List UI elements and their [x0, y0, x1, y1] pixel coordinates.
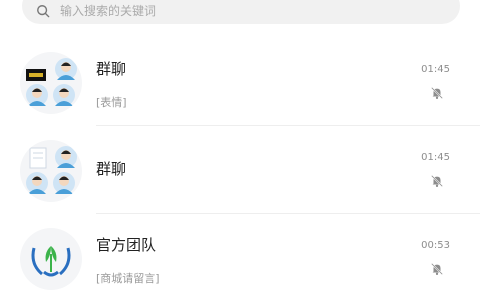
conversation-item-1[interactable]: 群聊 [表情] 01:45 — [0, 38, 480, 126]
search-input[interactable] — [58, 3, 442, 19]
group-avatar-icon — [20, 140, 82, 202]
conversation-name: 官方团队 — [96, 236, 157, 254]
mute-bell-icon — [431, 263, 443, 275]
mute-bell-icon — [431, 175, 443, 187]
conversation-item-2[interactable]: 群聊 01:45 — [0, 126, 480, 214]
conversation-preview: [表情] — [96, 96, 127, 109]
conversation-name: 群聊 — [96, 160, 127, 178]
conversation-time: 00:53 — [421, 240, 450, 251]
conversation-item-3[interactable]: 官方团队 [商城请留言] 00:53 — [0, 214, 480, 302]
official-team-logo-icon — [20, 228, 82, 290]
mute-bell-icon — [431, 87, 443, 99]
conversation-preview: [商城请留言] — [96, 272, 160, 285]
conversation-name: 群聊 — [96, 60, 127, 78]
conversation-time: 01:45 — [421, 64, 450, 75]
search-icon — [37, 5, 50, 18]
group-avatar-icon — [20, 52, 82, 114]
conversation-time: 01:45 — [421, 152, 450, 163]
search-bar[interactable] — [22, 0, 460, 24]
